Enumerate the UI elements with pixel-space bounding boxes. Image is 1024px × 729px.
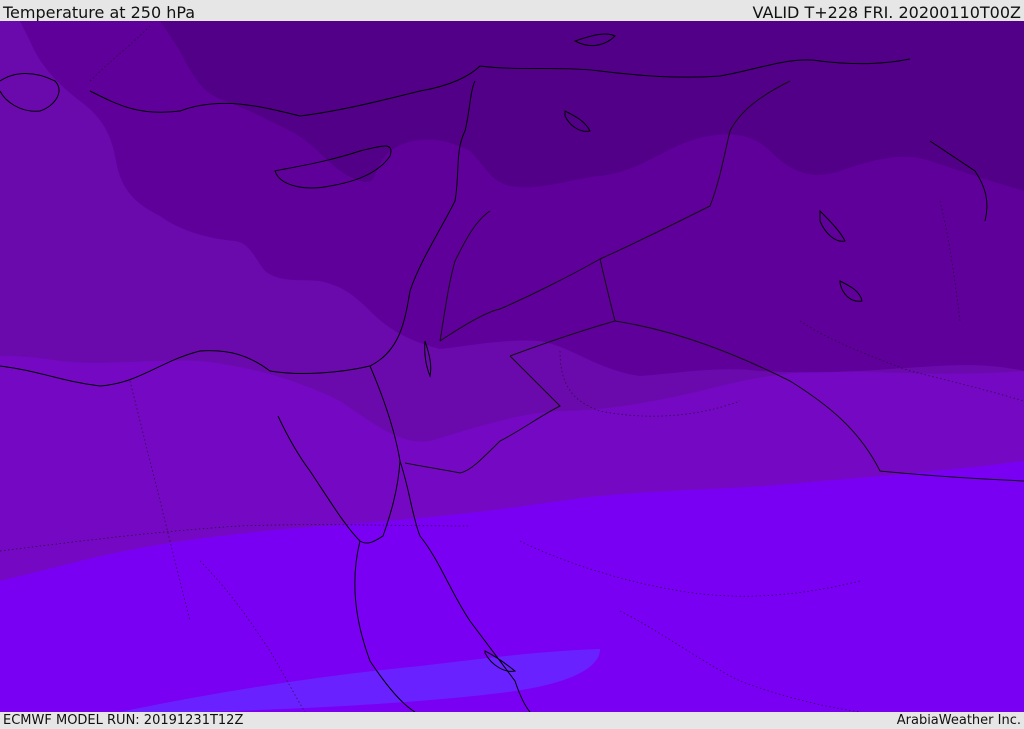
map-canvas [0,21,1024,712]
temperature-map[interactable] [0,21,1024,712]
header-bar: Temperature at 250 hPa VALID T+228 FRI. … [0,0,1024,22]
map-title: Temperature at 250 hPa [3,3,196,22]
credit: ArabiaWeather Inc. [896,713,1021,728]
model-run: ECMWF MODEL RUN: 20191231T12Z [3,713,244,728]
footer-bar: ECMWF MODEL RUN: 20191231T12Z ArabiaWeat… [0,712,1024,729]
valid-time: VALID T+228 FRI. 20200110T00Z [752,3,1021,22]
